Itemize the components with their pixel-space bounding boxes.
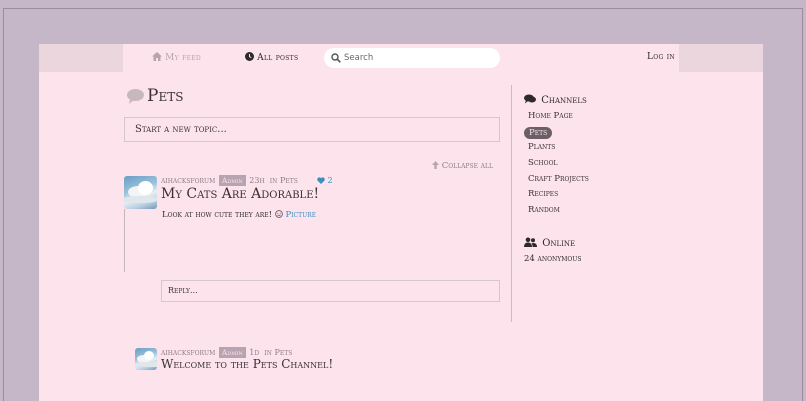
avatar[interactable] — [124, 176, 157, 209]
channel-item-random[interactable]: Random — [528, 205, 560, 215]
post-body: Look at how cute they are! Picture — [162, 210, 316, 220]
post-title[interactable]: Welcome to the Pets Channel! — [161, 357, 333, 371]
channel-item-plants[interactable]: Plants — [528, 142, 555, 152]
comments-icon — [524, 94, 536, 104]
all-posts-label: All posts — [257, 53, 299, 63]
speech-bubble-icon — [127, 89, 144, 104]
post-channel-link[interactable]: Pets — [280, 176, 298, 185]
arrow-up-icon — [432, 161, 439, 169]
role-badge: Admin — [218, 175, 246, 186]
avatar[interactable] — [135, 348, 157, 370]
post-time[interactable]: 23h — [249, 176, 264, 185]
online-heading: Online — [524, 237, 575, 249]
my-feed-link[interactable]: My feed — [152, 52, 201, 63]
search-box[interactable] — [324, 48, 500, 68]
post-author[interactable]: aihacksforum — [161, 348, 215, 357]
smiley-icon — [274, 210, 283, 218]
post-meta: aihacksforum Admin 23h in Pets — [161, 175, 298, 186]
channel-item-craft-projects[interactable]: Craft Projects — [528, 174, 589, 184]
top-nav: My feed All posts Log in — [123, 44, 679, 72]
like-count-value: 2 — [327, 176, 333, 185]
channel-item-home-page[interactable]: Home Page — [528, 111, 573, 121]
collapse-all-label: Collapse all — [441, 161, 493, 171]
post-author[interactable]: aihacksforum — [161, 176, 215, 185]
in-label: in — [264, 348, 272, 357]
new-topic-input[interactable]: Start a new topic... — [124, 117, 500, 142]
home-icon — [152, 52, 162, 61]
like-count[interactable]: 2 — [317, 176, 333, 185]
in-label: in — [269, 176, 278, 185]
channel-item-pets[interactable]: Pets — [524, 127, 553, 139]
post-time[interactable]: 1d — [249, 348, 259, 357]
thread-line — [124, 209, 125, 272]
collapse-all-button[interactable]: Collapse all — [432, 161, 493, 171]
online-count: 24 anonymous — [524, 254, 582, 264]
all-posts-link[interactable]: All posts — [245, 52, 298, 63]
heart-icon — [317, 177, 325, 184]
channel-title: Pets — [147, 86, 184, 106]
search-input[interactable] — [344, 51, 494, 65]
post-title[interactable]: My Cats Are Adorable! — [161, 186, 319, 202]
channel-item-recipes[interactable]: Recipes — [528, 189, 558, 199]
post-channel-link[interactable]: Pets — [274, 348, 292, 357]
forum-page: My feed All posts Log in Pets Start a ne… — [39, 44, 763, 401]
channels-heading: Channels — [524, 94, 587, 106]
post-body-text: Look at how cute they are! — [162, 210, 273, 220]
my-feed-label: My feed — [165, 53, 202, 63]
column-divider — [511, 85, 512, 322]
channel-item-school[interactable]: School — [528, 158, 557, 168]
users-icon — [524, 237, 537, 247]
search-icon — [331, 53, 341, 63]
picture-link[interactable]: Picture — [285, 210, 316, 220]
reply-input[interactable]: Reply... — [161, 280, 500, 302]
clock-icon — [245, 52, 254, 61]
login-link[interactable]: Log in — [647, 52, 675, 62]
